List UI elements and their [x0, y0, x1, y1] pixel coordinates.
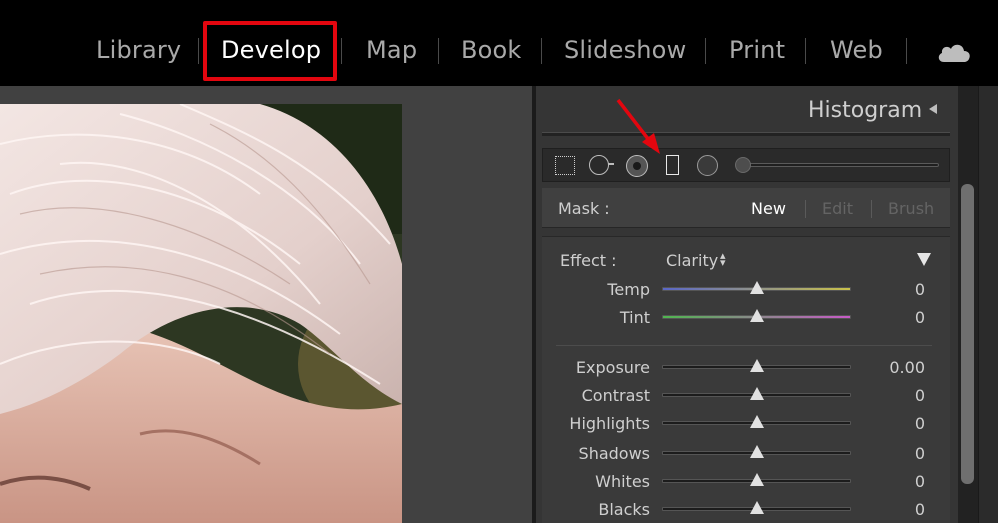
effect-label: Effect :: [560, 251, 617, 270]
module-web[interactable]: Web: [830, 36, 883, 64]
module-picker: Library Develop Map Book Slideshow Print…: [0, 0, 998, 86]
cloud-icon[interactable]: [936, 40, 972, 64]
module-separator: [541, 38, 542, 64]
mask-label: Mask :: [558, 199, 610, 218]
slider-value-temp[interactable]: 0: [915, 280, 925, 299]
slider-label-blacks: Blacks: [598, 500, 650, 519]
mask-brush-button[interactable]: Brush: [888, 199, 934, 218]
mask-edit-button[interactable]: Edit: [822, 199, 853, 218]
module-map[interactable]: Map: [366, 36, 417, 64]
section-divider: [556, 345, 932, 346]
radial-filter-icon[interactable]: [697, 155, 718, 176]
slider-value-shadows[interactable]: 0: [915, 444, 925, 463]
adjustment-brush-icon[interactable]: [735, 157, 751, 173]
module-separator: [805, 38, 806, 64]
mask-separator: [805, 200, 806, 218]
adjustment-brush-slider[interactable]: [748, 163, 939, 167]
slider-knob-tint[interactable]: [749, 309, 764, 322]
slider-label-exposure: Exposure: [575, 358, 650, 377]
updown-arrows-icon[interactable]: ▴ ▾: [720, 250, 730, 268]
module-separator: [198, 38, 199, 64]
slider-knob-highlights[interactable]: [749, 415, 764, 428]
slider-value-highlights[interactable]: 0: [915, 414, 925, 433]
slider-knob-exposure[interactable]: [749, 359, 764, 372]
effect-preset-select[interactable]: Clarity: [666, 251, 718, 270]
disclosure-triangle-icon[interactable]: [917, 253, 931, 266]
slider-value-blacks[interactable]: 0: [915, 500, 925, 519]
crop-overlay-icon[interactable]: [555, 156, 575, 175]
slider-label-highlights: Highlights: [569, 414, 650, 433]
slider-knob-blacks[interactable]: [749, 501, 764, 514]
histogram-title[interactable]: Histogram: [808, 98, 922, 123]
slider-knob-shadows[interactable]: [749, 445, 764, 458]
red-eye-pupil-icon: [633, 162, 641, 170]
slider-knob-temp[interactable]: [749, 281, 764, 294]
spot-removal-arrow-icon: [608, 163, 614, 165]
module-separator: [705, 38, 706, 64]
module-slideshow[interactable]: Slideshow: [564, 36, 686, 64]
module-book[interactable]: Book: [461, 36, 522, 64]
slider-label-tint: Tint: [619, 308, 650, 327]
module-library[interactable]: Library: [96, 36, 181, 64]
module-separator: [341, 38, 342, 64]
slider-label-contrast: Contrast: [581, 386, 650, 405]
spot-removal-icon[interactable]: [589, 155, 609, 175]
photo-preview[interactable]: [0, 104, 402, 523]
slider-value-tint[interactable]: 0: [915, 308, 925, 327]
slider-knob-whites[interactable]: [749, 473, 764, 486]
slider-label-temp: Temp: [607, 280, 650, 299]
module-separator: [906, 38, 907, 64]
slider-value-exposure[interactable]: 0.00: [889, 358, 925, 377]
develop-highlight-box: [203, 21, 337, 81]
histogram-area: [542, 132, 950, 136]
panel-scrollbar-thumb[interactable]: [961, 184, 974, 484]
slider-label-whites: Whites: [595, 472, 650, 491]
module-separator: [438, 38, 439, 64]
red-arrow-annotation: [616, 98, 660, 154]
histogram-collapse-icon[interactable]: [929, 104, 937, 114]
mask-new-button[interactable]: New: [751, 199, 786, 218]
mask-separator: [871, 200, 872, 218]
slider-knob-contrast[interactable]: [749, 387, 764, 400]
slider-value-whites[interactable]: 0: [915, 472, 925, 491]
slider-value-contrast[interactable]: 0: [915, 386, 925, 405]
graduated-filter-icon[interactable]: [666, 155, 679, 175]
panel-edge: [978, 86, 998, 523]
module-print[interactable]: Print: [729, 36, 785, 64]
slider-label-shadows: Shadows: [578, 444, 650, 463]
